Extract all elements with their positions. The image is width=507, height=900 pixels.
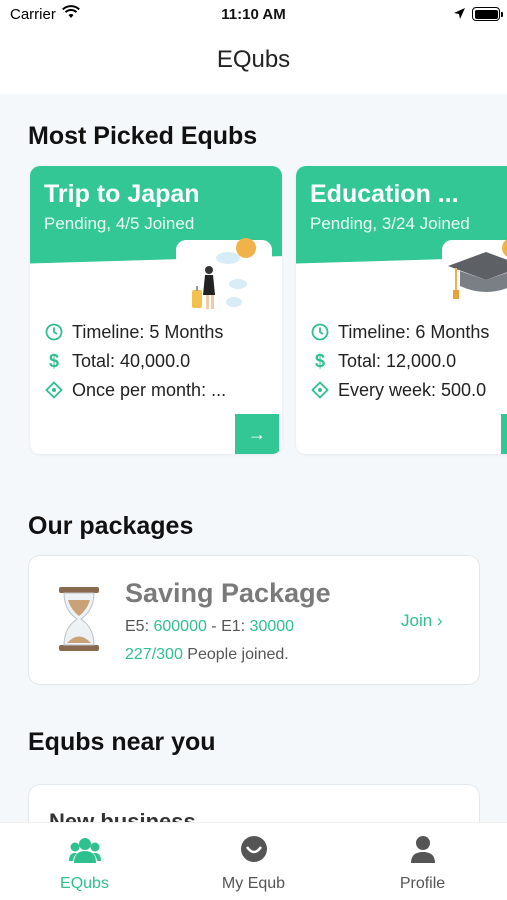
clock-icon [44, 322, 64, 342]
status-bar: Carrier 11:10 AM [0, 0, 507, 30]
card-status: Pending, 3/24 Joined [310, 214, 470, 233]
timeline-row: Timeline: 6 Months [310, 320, 489, 344]
package-card-saving[interactable]: Saving Package E5: 600000 - E1: 30000 22… [28, 555, 480, 685]
arrow-right-icon: → [248, 423, 266, 444]
section-title-near: Equbs near you [28, 728, 216, 756]
package-joined: 227/300 People joined. [125, 646, 289, 664]
card-title: Trip to Japan [44, 180, 200, 208]
open-equb-button[interactable]: → [235, 414, 279, 454]
chevron-right-icon: › [436, 611, 443, 630]
equb-card-trip-to-japan[interactable]: Trip to Japan Pending, 4/5 Joined Timeli… [30, 166, 282, 454]
amount-separator: - [206, 618, 222, 635]
dollar-icon: $ [48, 350, 59, 371]
frequency-text: Every week: 500.0 [338, 379, 487, 400]
repeat-tag-icon [310, 380, 330, 400]
frequency-text: Once per month: ... [72, 379, 227, 400]
total-row: $ Total: 40,000.0 [44, 349, 190, 373]
join-package-button[interactable]: Join › [401, 611, 443, 631]
tab-equbs[interactable]: EQubs [0, 823, 169, 900]
e1-label: E1: [221, 618, 250, 635]
navigation-bar: EQubs [0, 30, 507, 94]
e5-value: 600000 [153, 618, 207, 635]
timeline-text: Timeline: 6 Months [338, 321, 490, 342]
frequency-row: Every week: 500.0 [310, 378, 486, 402]
e1-value: 30000 [249, 618, 295, 635]
tab-label: Profile [399, 875, 446, 892]
clock: 11:10 AM [221, 6, 286, 23]
near-equb-title: New business [49, 809, 196, 822]
card-title: Education ... [310, 180, 459, 208]
location-arrow-icon [453, 7, 466, 24]
package-title: Saving Package [125, 578, 331, 608]
near-equb-card[interactable]: New business [28, 784, 480, 822]
badge-dot [236, 238, 256, 258]
clock-icon [310, 322, 330, 342]
open-equb-button[interactable]: → [501, 414, 507, 454]
travel-illustration [176, 240, 272, 318]
graduation-cap-illustration [442, 240, 507, 318]
battery-icon [472, 7, 503, 21]
equb-card-education[interactable]: Education ... Pending, 3/24 Joined Timel… [296, 166, 507, 454]
page-title: EQubs [216, 46, 291, 73]
package-amounts: E5: 600000 - E1: 30000 [125, 618, 294, 636]
total-row: $ Total: 12,000.0 [310, 349, 456, 373]
joined-text: People joined. [182, 646, 289, 663]
card-status: Pending, 4/5 Joined [44, 214, 195, 233]
tab-my-equb[interactable]: My Equb [169, 823, 338, 900]
join-label: Join [401, 611, 433, 630]
repeat-tag-icon [44, 380, 64, 400]
main-content[interactable]: Most Picked Equbs Trip to Japan Pending,… [0, 94, 507, 822]
timeline-row: Timeline: 5 Months [44, 320, 223, 344]
total-text: Total: 40,000.0 [72, 350, 191, 371]
hourglass-icon [57, 586, 101, 657]
tab-bar: EQubs My Equb Profile [0, 822, 507, 900]
total-text: Total: 12,000.0 [338, 350, 457, 371]
group-icon [68, 835, 101, 868]
joined-count: 227/300 [125, 646, 183, 663]
e5-label: E5: [125, 618, 154, 635]
smile-circle-icon [240, 835, 268, 868]
section-title-most-picked: Most Picked Equbs [28, 122, 258, 150]
tab-label: My Equb [221, 875, 286, 892]
dollar-icon: $ [314, 350, 325, 371]
user-icon [410, 835, 436, 868]
section-title-packages: Our packages [28, 512, 194, 540]
tab-profile[interactable]: Profile [338, 823, 507, 900]
frequency-row: Once per month: ... [44, 378, 226, 402]
timeline-text: Timeline: 5 Months [72, 321, 224, 342]
tab-label: EQubs [60, 875, 109, 892]
